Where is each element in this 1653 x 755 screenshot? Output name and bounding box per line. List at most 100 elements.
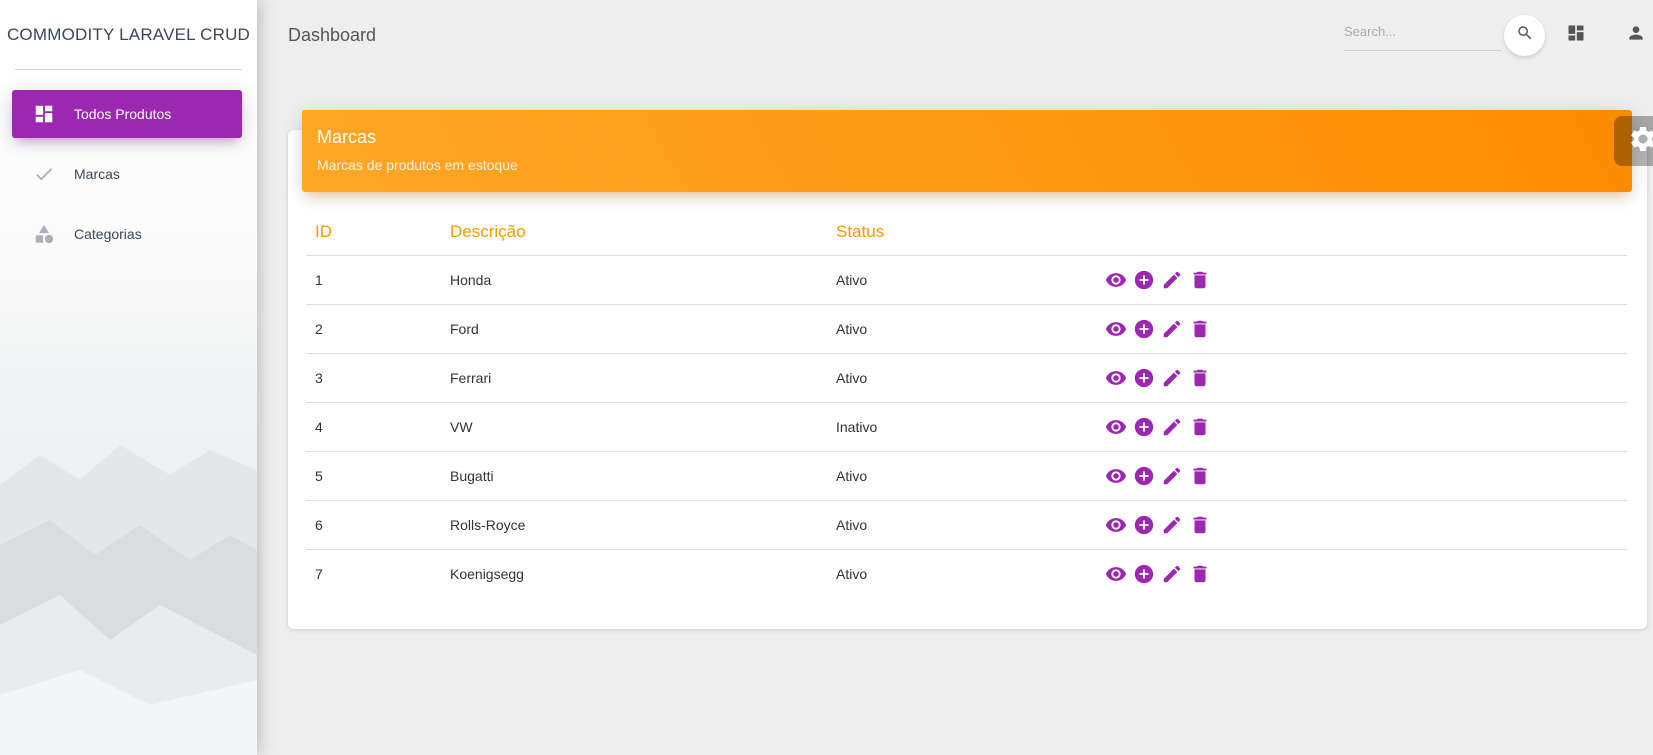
view-button[interactable] (1104, 415, 1128, 439)
column-header-actions (1095, 208, 1627, 256)
delete-button[interactable] (1188, 562, 1212, 586)
search-input[interactable] (1344, 16, 1494, 46)
row-actions (1104, 464, 1618, 488)
cell-descricao: Bugatti (441, 451, 827, 501)
delete-button[interactable] (1188, 366, 1212, 390)
card-subtitle: Marcas de produtos em estoque (317, 157, 518, 173)
check-icon (32, 162, 56, 186)
sidebar-item-label: Marcas (74, 166, 120, 182)
page-title[interactable]: Dashboard (288, 25, 376, 46)
category-icon (32, 222, 56, 246)
edit-icon (1163, 565, 1181, 583)
delete-button[interactable] (1188, 464, 1212, 488)
search-button[interactable] (1504, 15, 1545, 56)
view-icon (1105, 322, 1127, 336)
row-actions (1104, 562, 1618, 586)
edit-icon (1163, 516, 1181, 534)
cell-descricao: Ferrari (441, 353, 827, 403)
delete-icon (1193, 467, 1207, 485)
top-navbar: Dashboard (257, 0, 1653, 70)
view-icon (1105, 273, 1127, 287)
view-icon (1105, 420, 1127, 434)
view-button[interactable] (1104, 317, 1128, 341)
delete-button[interactable] (1188, 415, 1212, 439)
brands-table: ID Descrição Status 1 Honda Ativo 2 Ford… (306, 208, 1627, 598)
view-button[interactable] (1104, 562, 1128, 586)
table-body: 1 Honda Ativo 2 Ford Ativo 3 Ferrari Ati… (306, 255, 1627, 599)
view-button[interactable] (1104, 464, 1128, 488)
table-row: 6 Rolls-Royce Ativo (306, 500, 1627, 550)
delete-icon (1193, 516, 1207, 534)
edit-button[interactable] (1160, 268, 1184, 292)
add-button[interactable] (1132, 366, 1156, 390)
cell-actions (1095, 500, 1627, 550)
delete-icon (1193, 271, 1207, 289)
edit-button[interactable] (1160, 513, 1184, 537)
sidebar-item-todos-produtos[interactable]: Todos Produtos (12, 90, 242, 138)
add-button[interactable] (1132, 317, 1156, 341)
edit-button[interactable] (1160, 317, 1184, 341)
edit-button[interactable] (1160, 366, 1184, 390)
table-row: 4 VW Inativo (306, 402, 1627, 452)
add-button[interactable] (1132, 464, 1156, 488)
delete-button[interactable] (1188, 513, 1212, 537)
user-menu-button[interactable] (1624, 23, 1648, 47)
cell-descricao: VW (441, 402, 827, 452)
dashboard-button[interactable] (1564, 23, 1588, 47)
cell-status: Ativo (827, 451, 1095, 501)
view-button[interactable] (1104, 366, 1128, 390)
table-row: 2 Ford Ativo (306, 304, 1627, 354)
table-row: 1 Honda Ativo (306, 255, 1627, 305)
edit-icon (1163, 369, 1181, 387)
table-row: 3 Ferrari Ativo (306, 353, 1627, 403)
sidebar-nav: Todos Produtos Marcas Categorias (0, 70, 257, 258)
dashboard-icon (1566, 23, 1586, 48)
cell-id: 7 (315, 566, 323, 582)
row-actions (1104, 317, 1618, 341)
cell-status: Ativo (827, 255, 1095, 305)
cell-id: 5 (306, 451, 441, 501)
cell-status: Ativo (836, 566, 868, 582)
brand-title[interactable]: COMMODITY LARAVEL CRUD (0, 0, 257, 70)
view-icon (1105, 518, 1127, 532)
column-header-descricao: Descrição (441, 208, 827, 256)
edit-button[interactable] (1160, 415, 1184, 439)
cell-actions (1095, 304, 1627, 354)
cell-actions (1095, 550, 1627, 599)
sidebar-item-marcas[interactable]: Marcas (12, 150, 242, 198)
view-button[interactable] (1104, 513, 1128, 537)
add-button[interactable] (1132, 415, 1156, 439)
search-field (1344, 16, 1502, 51)
edit-button[interactable] (1160, 464, 1184, 488)
edit-icon (1163, 271, 1181, 289)
cell-id: 2 (306, 304, 441, 354)
cell-actions (1095, 353, 1627, 403)
add-button[interactable] (1132, 562, 1156, 586)
add-circle-icon (1134, 466, 1154, 486)
add-button[interactable] (1132, 513, 1156, 537)
view-button[interactable] (1104, 268, 1128, 292)
add-circle-icon (1134, 319, 1154, 339)
cell-actions (1095, 451, 1627, 501)
add-circle-icon (1134, 417, 1154, 437)
search-icon (1516, 24, 1534, 47)
card-title: Marcas (317, 127, 377, 147)
delete-button[interactable] (1188, 317, 1212, 341)
row-actions (1104, 268, 1618, 292)
cell-actions (1095, 255, 1627, 305)
sidebar-item-categorias[interactable]: Categorias (12, 210, 242, 258)
settings-plugin-button[interactable] (1614, 116, 1653, 166)
sidebar-background-mountains (0, 445, 257, 755)
add-circle-icon (1134, 515, 1154, 535)
row-actions (1104, 415, 1618, 439)
add-circle-icon (1134, 368, 1154, 388)
sidebar-item-label: Todos Produtos (74, 106, 172, 122)
view-icon (1105, 371, 1127, 385)
add-button[interactable] (1132, 268, 1156, 292)
cell-actions (1095, 402, 1627, 452)
delete-button[interactable] (1188, 268, 1212, 292)
cell-status: Ativo (827, 500, 1095, 550)
column-header-id: ID (306, 208, 441, 256)
view-icon (1105, 469, 1127, 483)
edit-button[interactable] (1160, 562, 1184, 586)
